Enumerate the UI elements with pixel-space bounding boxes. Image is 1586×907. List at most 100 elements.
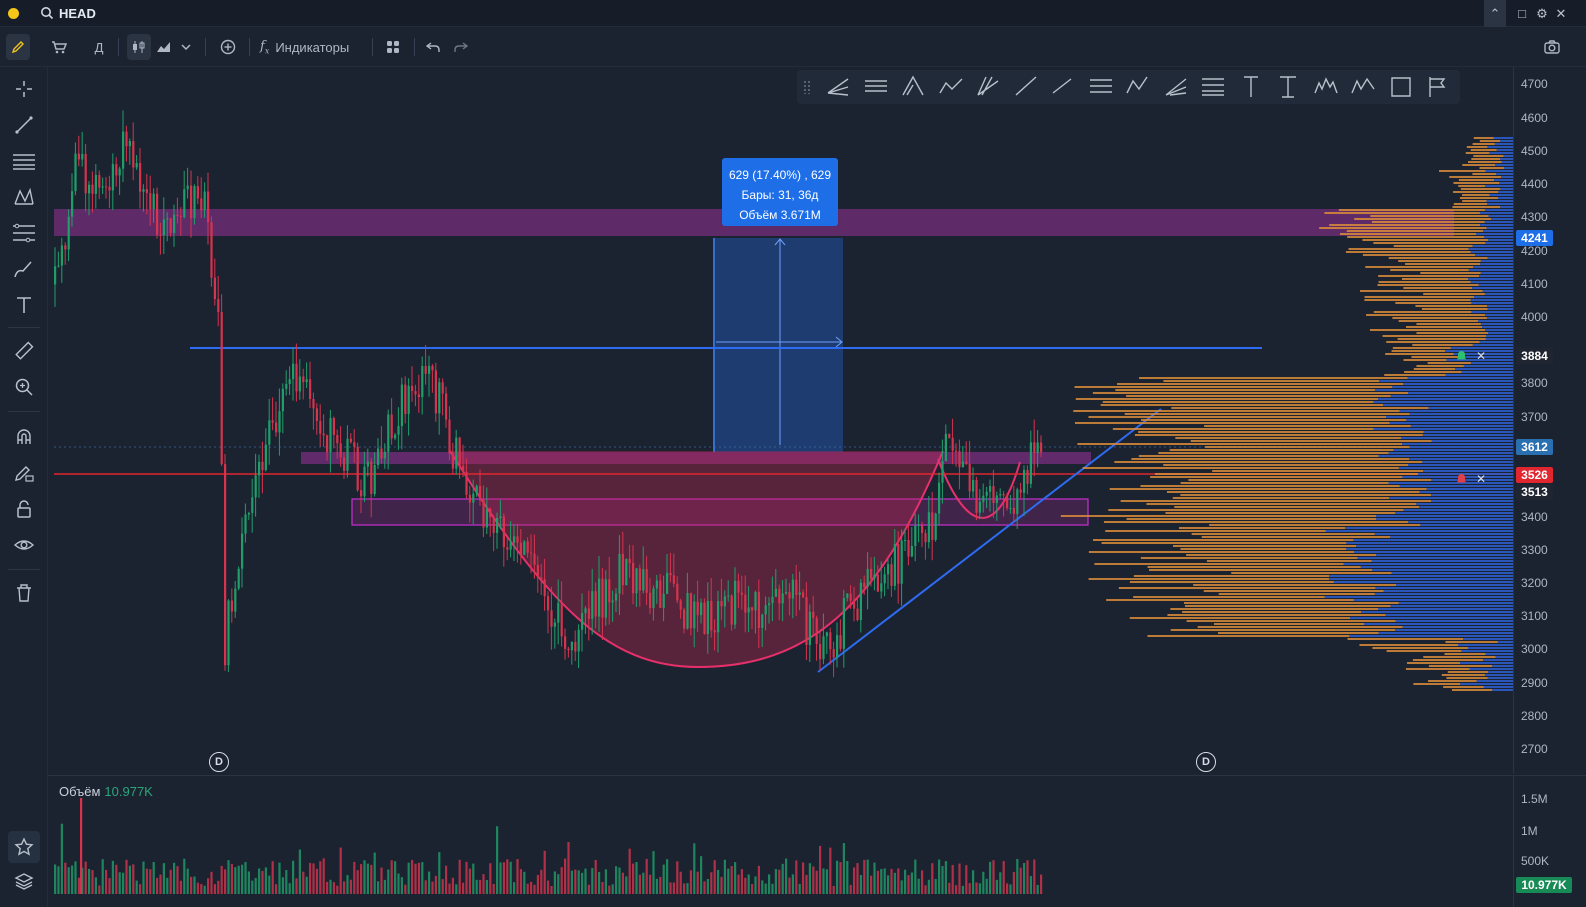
volume-bar <box>1036 884 1039 894</box>
horizontal-lines-icon[interactable] <box>8 145 40 177</box>
volume-bar <box>853 867 856 894</box>
lock-drawing-icon[interactable] <box>8 457 40 489</box>
candle-body <box>968 463 971 492</box>
volume-bar <box>319 861 322 894</box>
volume-tick: 1M <box>1521 824 1538 838</box>
ruler-icon[interactable] <box>8 335 40 367</box>
profile-bar-orange <box>1186 554 1377 556</box>
pencil-icon[interactable] <box>6 34 30 60</box>
timeframe-button[interactable]: Д <box>89 34 109 60</box>
dividend-marker[interactable]: D <box>1196 752 1216 772</box>
price-axis[interactable]: 4700 4600 4500 4400 4300 4200 4100 4000 3800 3700… <box>1513 67 1586 774</box>
abc-pattern-icon[interactable] <box>1123 73 1153 101</box>
grid-icon[interactable] <box>381 34 405 60</box>
profile-bar-blue <box>1463 638 1513 640</box>
volume-pane[interactable] <box>48 775 1513 907</box>
ray-icon[interactable] <box>1011 73 1041 101</box>
profile-bar-blue <box>1501 161 1513 163</box>
profile-bar-blue <box>1486 317 1513 319</box>
bell-icon[interactable] <box>1453 348 1469 364</box>
price-badge[interactable]: 3513 <box>1516 484 1553 500</box>
candles-icon[interactable] <box>127 34 151 60</box>
price-badge[interactable]: 4241 <box>1516 230 1553 246</box>
maximize-icon[interactable]: □ <box>1511 0 1533 27</box>
text-icon[interactable] <box>8 289 40 321</box>
volume-bar <box>557 874 560 894</box>
price-tick: 4300 <box>1521 210 1548 224</box>
price-badge[interactable]: 3526 <box>1516 467 1553 483</box>
profile-bar-orange <box>1452 206 1501 208</box>
profile-bar-blue <box>1486 200 1513 202</box>
volume-bar <box>754 876 757 894</box>
eye-icon[interactable] <box>8 529 40 561</box>
candle-body <box>618 553 621 594</box>
close-icon[interactable]: ✕ <box>1473 471 1489 487</box>
drag-handle-icon[interactable] <box>803 80 811 94</box>
volume-bar <box>533 884 536 894</box>
chevron-down-icon[interactable] <box>177 34 195 60</box>
lock-icon[interactable] <box>8 493 40 525</box>
price-badge[interactable]: 3612 <box>1516 439 1553 455</box>
bell-icon[interactable] <box>1453 471 1469 487</box>
profile-bar-blue <box>1383 590 1513 592</box>
elliott-icon[interactable] <box>1311 73 1341 101</box>
parallel-channel-icon[interactable] <box>861 73 891 101</box>
crosshair-icon[interactable] <box>8 73 40 105</box>
pitchfork-icon[interactable] <box>823 73 853 101</box>
volume-bar <box>428 871 431 894</box>
anchored-text-icon[interactable] <box>1273 73 1303 101</box>
trash-icon[interactable] <box>8 577 40 609</box>
close-icon[interactable]: ✕ <box>1473 348 1489 364</box>
text-tool-icon[interactable] <box>1236 73 1266 101</box>
ticker-symbol[interactable]: HEAD <box>59 6 96 21</box>
volume-bar <box>581 872 584 894</box>
profile-bar-orange <box>1462 200 1487 202</box>
add-icon[interactable] <box>216 34 240 60</box>
cart-icon[interactable] <box>47 34 71 60</box>
volume-bar <box>135 880 138 894</box>
fib-fan-icon[interactable] <box>1161 73 1191 101</box>
profile-bar-orange <box>1359 644 1459 646</box>
brush-icon[interactable] <box>8 253 40 285</box>
fib-channel-icon[interactable] <box>1198 73 1228 101</box>
candle-body <box>261 461 264 471</box>
collapse-icon[interactable]: ⌃ <box>1484 0 1506 27</box>
magnet-icon[interactable] <box>8 421 40 453</box>
candle-body <box>162 219 165 236</box>
fib-retracement-icon[interactable] <box>1086 73 1116 101</box>
price-badge[interactable]: 3884 <box>1516 348 1553 364</box>
candle-body <box>363 466 366 497</box>
volume-bar <box>203 885 206 894</box>
volume-bar <box>166 877 169 894</box>
volume-bar <box>734 862 737 894</box>
indicators-button[interactable]: fx Индикаторы <box>260 34 362 60</box>
price-tick: 2800 <box>1521 709 1548 723</box>
trendline-icon[interactable] <box>8 109 40 141</box>
profile-bar-blue <box>1401 437 1513 439</box>
volume-bar <box>207 878 210 894</box>
layers-icon[interactable] <box>8 865 40 897</box>
camera-icon[interactable] <box>1540 34 1564 60</box>
fib-icon[interactable] <box>8 217 40 249</box>
star-icon[interactable] <box>8 831 40 863</box>
zigzag-icon[interactable] <box>936 73 966 101</box>
close-icon[interactable]: ✕ <box>1550 0 1572 27</box>
rectangle-icon[interactable] <box>1386 73 1416 101</box>
profile-bar-orange <box>1453 191 1499 193</box>
pattern-icon[interactable] <box>8 181 40 213</box>
fan-icon[interactable] <box>898 73 928 101</box>
volume-bar <box>346 875 349 894</box>
function-icon: fx <box>260 38 270 56</box>
dividend-marker[interactable]: D <box>209 752 229 772</box>
wave-icon[interactable] <box>1348 73 1378 101</box>
redo-icon[interactable] <box>450 34 472 60</box>
gann-icon[interactable] <box>973 73 1003 101</box>
date-range-icon[interactable] <box>1423 73 1453 101</box>
area-chart-icon[interactable] <box>153 34 175 60</box>
undo-icon[interactable] <box>422 34 444 60</box>
line-icon[interactable] <box>1048 73 1078 101</box>
zoom-icon[interactable] <box>8 371 40 403</box>
search-icon[interactable] <box>40 6 54 20</box>
volume-bar <box>638 874 641 894</box>
volume-bar <box>108 878 111 894</box>
